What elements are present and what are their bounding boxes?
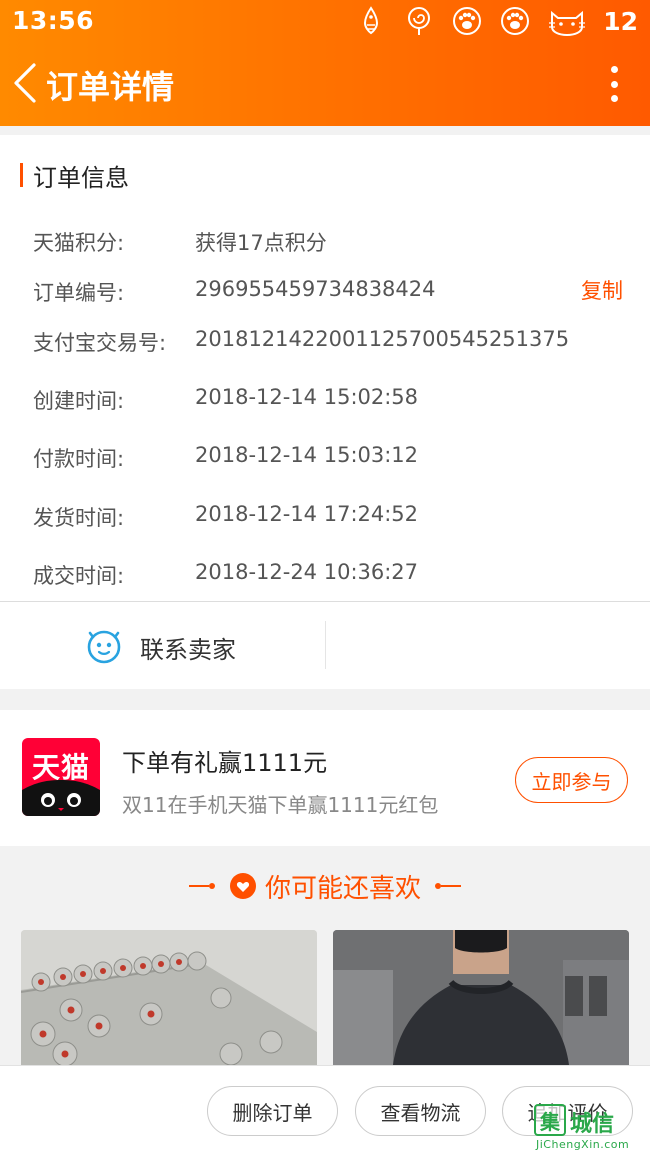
info-value: 296955459734838424 (195, 277, 436, 301)
join-now-button[interactable]: 立即参与 (515, 757, 628, 803)
promo-title: 下单有礼赢1111元 (122, 749, 328, 777)
watermark-logo: 集 (534, 1104, 566, 1136)
info-value: 2018-12-24 10:36:27 (195, 560, 419, 584)
paw-icon (451, 5, 483, 37)
info-label: 成交时间: (33, 564, 125, 588)
view-logistics-button[interactable]: 查看物流 (355, 1086, 486, 1136)
back-button[interactable] (8, 60, 44, 106)
info-row-order-number: 订单编号: 296955459734838424 复制 (33, 273, 633, 307)
app-bar: 13:56 12 订单详情 (0, 0, 650, 126)
info-row-created: 创建时间: 2018-12-14 15:02:58 (33, 381, 633, 415)
cat-icon (547, 5, 587, 37)
recommendations: 你可能还喜欢 (0, 846, 650, 1065)
info-label: 付款时间: (33, 447, 125, 471)
promo-card[interactable]: 天猫 下单有礼赢1111元 双11在手机天猫下单赢1111元红包 立即参与 (0, 710, 650, 846)
recommendations-header: 你可能还喜欢 (0, 866, 650, 906)
info-label: 创建时间: (33, 389, 125, 413)
title-bar: 订单详情 (0, 46, 650, 120)
decor-line-left (188, 885, 209, 887)
heart-icon (229, 873, 256, 899)
watermark-url: JiChengXin.com (536, 1138, 630, 1151)
info-value: 获得17点积分 (195, 231, 327, 255)
page-title: 订单详情 (46, 68, 175, 106)
info-row-points: 天猫积分: 获得17点积分 (33, 223, 633, 257)
info-value: 2018121422001125700545251375 (195, 327, 570, 351)
promo-subtitle: 双11在手机天猫下单赢1111元红包 (122, 793, 439, 817)
status-time: 13:56 (12, 6, 95, 35)
sweater-model-image (333, 930, 629, 1065)
order-info-card: 订单信息 天猫积分: 获得17点积分 订单编号: 296955459734838… (0, 135, 650, 689)
battery-level: 12 (603, 6, 638, 36)
more-button[interactable] (608, 66, 620, 102)
status-icons: 12 (355, 2, 638, 40)
status-bar: 13:56 12 (0, 0, 650, 42)
info-row-completed: 成交时间: 2018-12-24 10:36:27 (33, 556, 633, 590)
info-label: 发货时间: (33, 506, 125, 530)
lollipop-icon (403, 5, 435, 37)
copy-button[interactable]: 复制 (581, 275, 623, 305)
section-header: 订单信息 (20, 160, 129, 192)
divider (0, 601, 650, 602)
info-label: 订单编号: (33, 281, 125, 305)
fish-icon (355, 5, 387, 37)
product-card-chess[interactable] (21, 930, 317, 1065)
chat-bubble-icon (87, 630, 121, 664)
info-row-shipped: 发货时间: 2018-12-14 17:24:52 (33, 498, 633, 532)
info-value: 2018-12-14 15:02:58 (195, 385, 419, 409)
info-label: 天猫积分: (33, 231, 125, 255)
watermark-text: 城信 (570, 1112, 615, 1137)
more-vertical-icon (610, 66, 618, 73)
decor-dot (208, 883, 215, 889)
contact-seller-label: 联系卖家 (140, 635, 236, 664)
recommendations-title: 你可能还喜欢 (264, 873, 421, 904)
section-accent-bar (20, 163, 23, 187)
tmall-cat-face-icon (22, 780, 100, 816)
delete-order-button[interactable]: 删除订单 (207, 1086, 338, 1136)
paw-icon (499, 5, 531, 37)
contact-seller-button[interactable]: 联系卖家 (86, 625, 236, 669)
divider (325, 621, 326, 669)
section-title: 订单信息 (33, 163, 129, 192)
info-label: 支付宝交易号: (33, 331, 167, 355)
info-value: 2018-12-14 17:24:52 (195, 502, 419, 526)
chevron-left-icon (14, 63, 36, 103)
info-row-alipay-number: 支付宝交易号: 2018121422001125700545251375 (33, 323, 633, 357)
watermark: 集 城信 JiChengXin.com (530, 1102, 650, 1155)
product-card-sweater[interactable] (333, 930, 629, 1065)
chinese-chess-image (21, 930, 317, 1065)
info-row-paid: 付款时间: 2018-12-14 15:03:12 (33, 439, 633, 473)
tmall-logo: 天猫 (22, 738, 100, 816)
decor-line-right (441, 885, 461, 887)
info-value: 2018-12-14 15:03:12 (195, 443, 419, 467)
